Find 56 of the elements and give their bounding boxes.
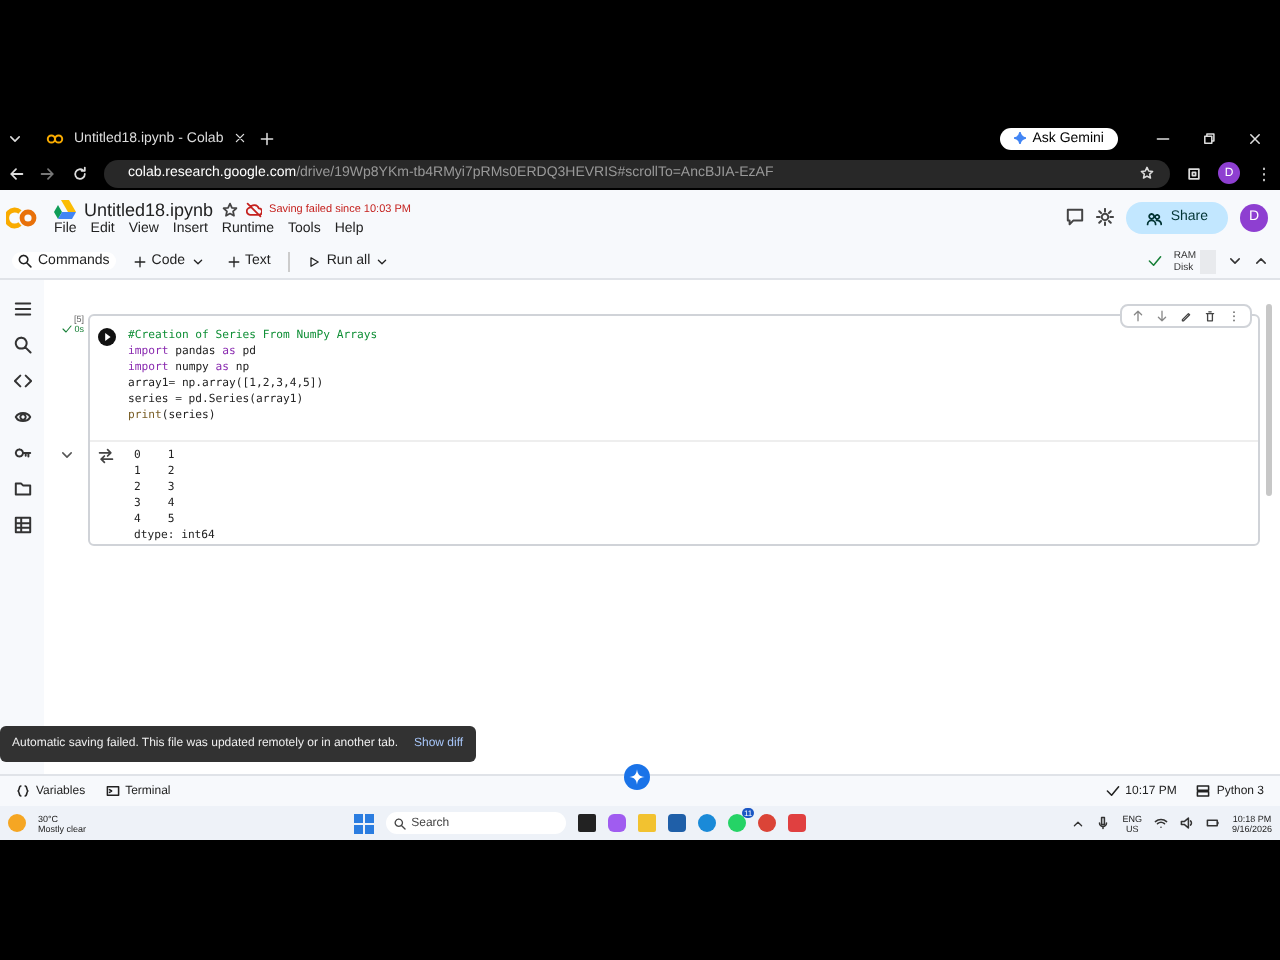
key-icon[interactable] xyxy=(13,444,31,462)
search-icon xyxy=(393,817,406,829)
check-icon xyxy=(1105,784,1120,798)
volume-icon[interactable] xyxy=(1179,816,1194,830)
cloud-off-icon xyxy=(245,201,262,217)
edit-icon[interactable] xyxy=(1180,310,1192,322)
sparkle-icon xyxy=(1014,132,1027,144)
colab-logo[interactable] xyxy=(6,205,42,229)
tab-list-icon[interactable] xyxy=(8,131,22,145)
search-icon xyxy=(18,254,32,268)
server-icon xyxy=(1196,784,1211,798)
caret-icon xyxy=(191,255,204,267)
eye-icon[interactable] xyxy=(13,408,31,426)
comment-icon[interactable] xyxy=(1066,208,1085,226)
scrollbar[interactable] xyxy=(1266,304,1272,496)
colab-logo-icon xyxy=(46,129,64,147)
extensions-icon[interactable] xyxy=(1186,165,1202,181)
move-down-icon[interactable] xyxy=(1156,310,1168,322)
wifi-icon[interactable] xyxy=(1153,816,1168,830)
new-tab-icon[interactable] xyxy=(260,131,274,145)
caret-icon[interactable] xyxy=(1228,254,1242,268)
output-actions-icon[interactable] xyxy=(98,448,114,464)
caret-icon xyxy=(376,255,389,267)
braces-icon xyxy=(16,784,30,798)
delete-icon[interactable] xyxy=(1204,310,1216,322)
people-icon xyxy=(1146,209,1163,225)
microphone-icon[interactable] xyxy=(1096,816,1111,830)
plus-icon xyxy=(133,255,146,267)
reload-icon[interactable] xyxy=(72,165,88,181)
notebook-title[interactable]: Untitled18.ipynb xyxy=(84,199,214,219)
collapse-output-icon[interactable] xyxy=(60,448,74,462)
forward-icon[interactable] xyxy=(40,165,56,181)
table-of-contents-icon[interactable] xyxy=(13,300,31,318)
drive-icon xyxy=(54,199,76,219)
chevron-up-icon[interactable] xyxy=(1072,817,1085,829)
start-icon[interactable] xyxy=(353,813,374,833)
restore-icon[interactable] xyxy=(1202,131,1216,145)
terminal-icon xyxy=(105,784,120,798)
code-icon[interactable] xyxy=(13,372,31,390)
close-icon[interactable] xyxy=(233,132,246,144)
connected-check-icon xyxy=(1147,254,1162,268)
plus-icon xyxy=(227,255,240,267)
battery-icon[interactable] xyxy=(1205,816,1220,830)
star-icon[interactable] xyxy=(221,201,238,217)
folder-icon[interactable] xyxy=(13,480,31,498)
move-up-icon[interactable] xyxy=(1132,310,1144,322)
play-icon xyxy=(308,255,321,267)
bookmark-star-icon[interactable] xyxy=(1140,166,1154,180)
search-icon[interactable] xyxy=(13,336,31,354)
gemini-icon[interactable] xyxy=(624,764,651,790)
close-icon[interactable] xyxy=(1248,131,1262,145)
back-icon[interactable] xyxy=(8,165,24,181)
collapse-icon[interactable] xyxy=(1254,254,1268,268)
run-cell-icon[interactable] xyxy=(98,328,116,346)
check-icon xyxy=(62,324,73,334)
table-icon[interactable] xyxy=(13,516,31,534)
